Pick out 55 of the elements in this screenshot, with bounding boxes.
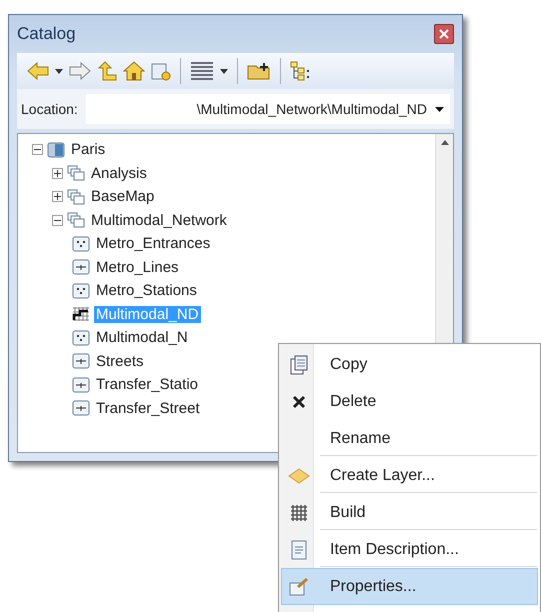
dropdown-caret-icon[interactable] bbox=[435, 106, 444, 112]
collapse-toggle[interactable] bbox=[32, 144, 43, 156]
copy-icon bbox=[290, 354, 308, 374]
forward-arrow-icon bbox=[69, 62, 91, 80]
tree-item[interactable]: Metro_Lines bbox=[94, 258, 181, 276]
caret-icon bbox=[220, 68, 228, 74]
line-layer-icon bbox=[72, 353, 90, 370]
tree-item[interactable]: Analysis bbox=[89, 164, 149, 182]
expand-toggle[interactable] bbox=[52, 168, 63, 179]
expand-toggle[interactable] bbox=[52, 191, 63, 202]
tree-item[interactable]: BaseMap bbox=[89, 188, 156, 206]
caret-icon bbox=[55, 68, 63, 74]
menu-item[interactable]: Delete bbox=[281, 383, 538, 420]
point-layer-icon bbox=[72, 236, 90, 252]
tree-item[interactable]: Streets bbox=[94, 352, 146, 370]
window-title: Catalog bbox=[17, 24, 76, 44]
tree-view-icon bbox=[290, 61, 312, 81]
plus-icon bbox=[54, 170, 61, 177]
folder-connect-icon bbox=[151, 61, 171, 81]
plus-icon bbox=[54, 193, 61, 200]
close-icon bbox=[439, 29, 449, 39]
collapse-toggle[interactable] bbox=[52, 214, 63, 226]
list-view-icon bbox=[190, 61, 214, 81]
tree-item[interactable]: Metro_Stations bbox=[94, 282, 199, 300]
new-folder-icon bbox=[247, 62, 271, 80]
tree-item[interactable]: Multimodal_Network bbox=[89, 212, 229, 229]
menu-item[interactable]: Copy bbox=[281, 346, 538, 383]
document-icon bbox=[291, 540, 307, 560]
tree-item[interactable]: Transfer_Street bbox=[94, 400, 202, 417]
close-button[interactable] bbox=[434, 24, 454, 44]
menu-item[interactable]: Properties... bbox=[281, 568, 538, 605]
tree-item[interactable]: Paris bbox=[69, 141, 108, 158]
up-arrow-icon bbox=[97, 61, 117, 81]
home-icon bbox=[123, 61, 145, 81]
tree-item[interactable]: Transfer_Statio bbox=[94, 376, 200, 394]
delete-icon bbox=[292, 394, 306, 408]
tree-item[interactable]: Multimodal_N bbox=[94, 329, 190, 346]
diamond-icon bbox=[288, 468, 310, 484]
stacked-layers-icon bbox=[67, 212, 85, 228]
location-label: Location: bbox=[21, 101, 78, 117]
stacked-layers-icon bbox=[67, 188, 85, 205]
line-layer-icon bbox=[72, 376, 90, 393]
line-layer-icon bbox=[72, 259, 90, 276]
up-arrow-icon[interactable] bbox=[440, 140, 448, 145]
grid-icon bbox=[290, 504, 308, 522]
line-layer-icon bbox=[72, 400, 90, 416]
tree-item[interactable]: Metro_Entrances bbox=[94, 235, 212, 252]
stacked-layers-icon bbox=[67, 165, 85, 182]
network-grid-icon bbox=[72, 306, 90, 322]
point-layer-icon bbox=[72, 282, 90, 299]
database-icon bbox=[47, 142, 65, 158]
point-layer-icon bbox=[72, 330, 90, 346]
location-field[interactable]: \Multimodal_Network\Multimodal_ND bbox=[86, 94, 450, 124]
back-arrow-icon bbox=[27, 62, 49, 80]
properties-icon bbox=[289, 578, 309, 596]
